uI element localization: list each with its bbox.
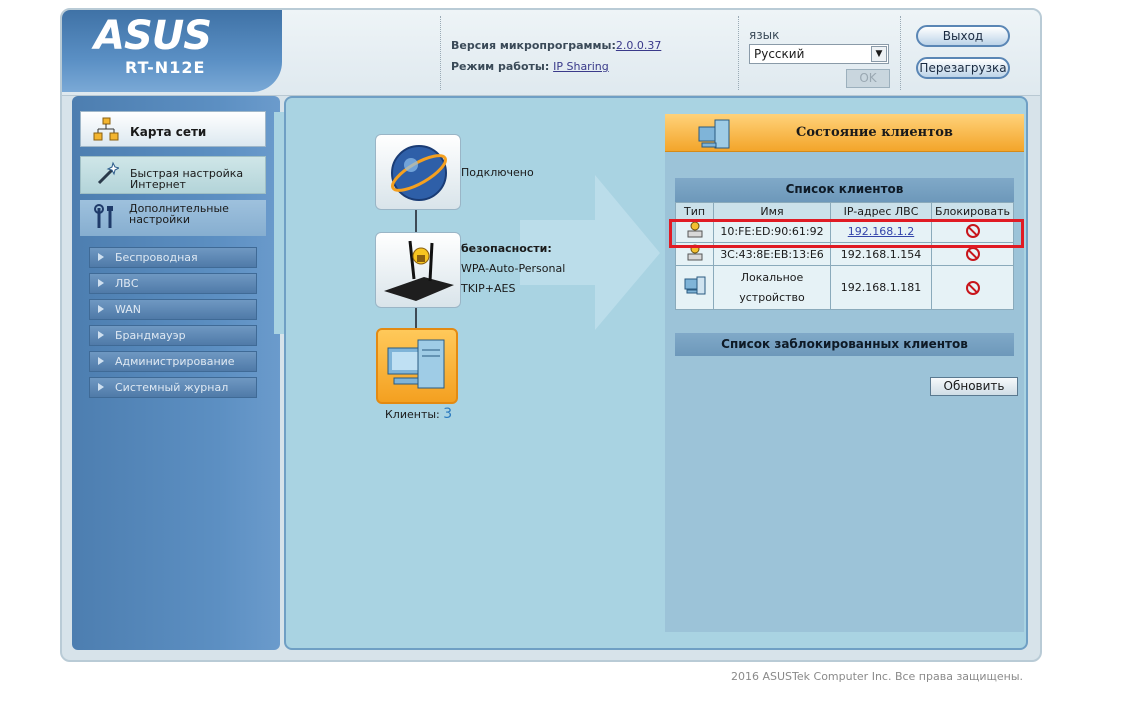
client-list-title: Список клиентов	[675, 178, 1014, 202]
header-divider	[440, 16, 441, 90]
globe-icon	[391, 145, 447, 201]
security-mode: WPA-Auto-Personal	[461, 262, 566, 275]
firmware-label: Версия микропрограммы:	[451, 39, 616, 52]
sidebar-item-wan[interactable]: WAN	[89, 299, 257, 320]
router-node[interactable]	[375, 232, 461, 308]
triangle-right-icon	[98, 253, 104, 261]
security-cipher: TKIP+AES	[461, 282, 516, 295]
internet-status: Подключено	[461, 166, 534, 179]
client-ip: 192.168.1.181	[830, 265, 932, 310]
block-icon[interactable]	[965, 280, 980, 295]
sidebar-item-label: WAN	[115, 303, 142, 316]
clients-count[interactable]: 3	[443, 406, 452, 422]
sidebar-item-label: Брандмауэр	[115, 329, 186, 342]
clients-summary: Клиенты: 3	[385, 404, 452, 425]
refresh-button[interactable]: Обновить	[930, 377, 1018, 396]
tools-icon	[94, 204, 113, 228]
sidebar-item-firewall[interactable]: Брандмауэр	[89, 325, 257, 346]
language-select[interactable]: Русский ▼	[749, 44, 889, 64]
table-row: Локальное устройство 192.168.1.181	[675, 265, 1014, 310]
column-header: Блокировать	[931, 202, 1014, 220]
chevron-down-icon[interactable]: ▼	[871, 46, 887, 62]
sidebar-item-label: Карта сети	[130, 125, 207, 139]
block-cell	[931, 265, 1014, 310]
copyright: 2016 ASUSTek Computer Inc. Все права защ…	[731, 670, 1024, 683]
highlight-box	[669, 219, 1024, 248]
computer-icon	[387, 339, 445, 389]
computer-icon	[684, 276, 705, 295]
header-divider	[738, 16, 739, 90]
sidebar-item-administration[interactable]: Администрирование	[89, 351, 257, 372]
router-icon	[384, 240, 454, 301]
quick-setup-line2: Интернет	[130, 178, 186, 191]
sidebar-item-label: Быстрая настройка Интернет	[130, 168, 243, 190]
triangle-right-icon	[98, 383, 104, 391]
client-name-line2: устройство	[739, 290, 805, 304]
network-map-icon	[93, 117, 119, 141]
advanced-line2: настройки	[129, 213, 191, 226]
client-name: Локальное устройство	[713, 265, 831, 310]
language-ok-button[interactable]: OK	[846, 69, 890, 88]
magic-wand-icon	[97, 161, 119, 185]
panel-title: Состояние клиентов	[796, 125, 953, 140]
sidebar-item-label: Дополнительные настройки	[129, 203, 229, 225]
firmware-version-link[interactable]: 2.0.0.37	[616, 39, 661, 52]
sidebar-item-lan[interactable]: ЛВС	[89, 273, 257, 294]
internet-node[interactable]	[375, 134, 461, 210]
sidebar-item-quick-setup[interactable]: Быстрая настройка Интернет	[80, 156, 266, 194]
security-label: безопасности:	[461, 242, 552, 255]
column-header: Имя	[713, 202, 831, 220]
triangle-right-icon	[98, 305, 104, 313]
logout-button[interactable]: Выход	[916, 25, 1010, 47]
sidebar-item-network-map[interactable]: Карта сети	[80, 111, 266, 147]
firmware-info: Версия микропрограммы:2.0.0.37	[451, 39, 661, 52]
sidebar-item-wireless[interactable]: Беспроводная	[89, 247, 257, 268]
computer-icon	[698, 119, 730, 149]
blocked-list-title: Список заблокированных клиентов	[675, 333, 1014, 356]
clients-label: Клиенты:	[385, 408, 440, 421]
sidebar-item-advanced[interactable]: Дополнительные настройки	[80, 200, 266, 236]
connection-line	[415, 210, 417, 232]
clients-node[interactable]	[376, 328, 458, 404]
column-header: IP-адрес ЛВС	[830, 202, 932, 220]
block-icon[interactable]	[965, 247, 980, 261]
selected-tab-connector	[274, 112, 284, 334]
operation-mode: Режим работы: IP Sharing	[451, 60, 609, 73]
column-header: Тип	[675, 202, 714, 220]
header-divider	[900, 16, 901, 90]
language-selected: Русский	[754, 47, 805, 61]
mode-label: Режим работы:	[451, 60, 550, 73]
sidebar-item-system-log[interactable]: Системный журнал	[89, 377, 257, 398]
device-type-cell	[675, 265, 714, 310]
mode-link[interactable]: IP Sharing	[553, 60, 609, 73]
table-header-row: Тип Имя IP-адрес ЛВС Блокировать	[675, 202, 1014, 220]
triangle-right-icon	[98, 331, 104, 339]
sidebar-item-label: Администрирование	[115, 355, 235, 368]
triangle-right-icon	[98, 357, 104, 365]
sidebar-item-label: Системный журнал	[115, 381, 229, 394]
client-name-line1: Локальное	[740, 270, 804, 284]
language-label: язык	[749, 28, 780, 42]
triangle-right-icon	[98, 279, 104, 287]
sidebar-item-label: ЛВС	[115, 277, 139, 290]
model-name: RT-N12E	[125, 58, 206, 77]
sidebar-item-label: Беспроводная	[115, 251, 198, 264]
connection-line	[415, 308, 417, 328]
asus-logo: ASUS	[94, 13, 212, 59]
reboot-button[interactable]: Перезагрузка	[916, 57, 1010, 79]
